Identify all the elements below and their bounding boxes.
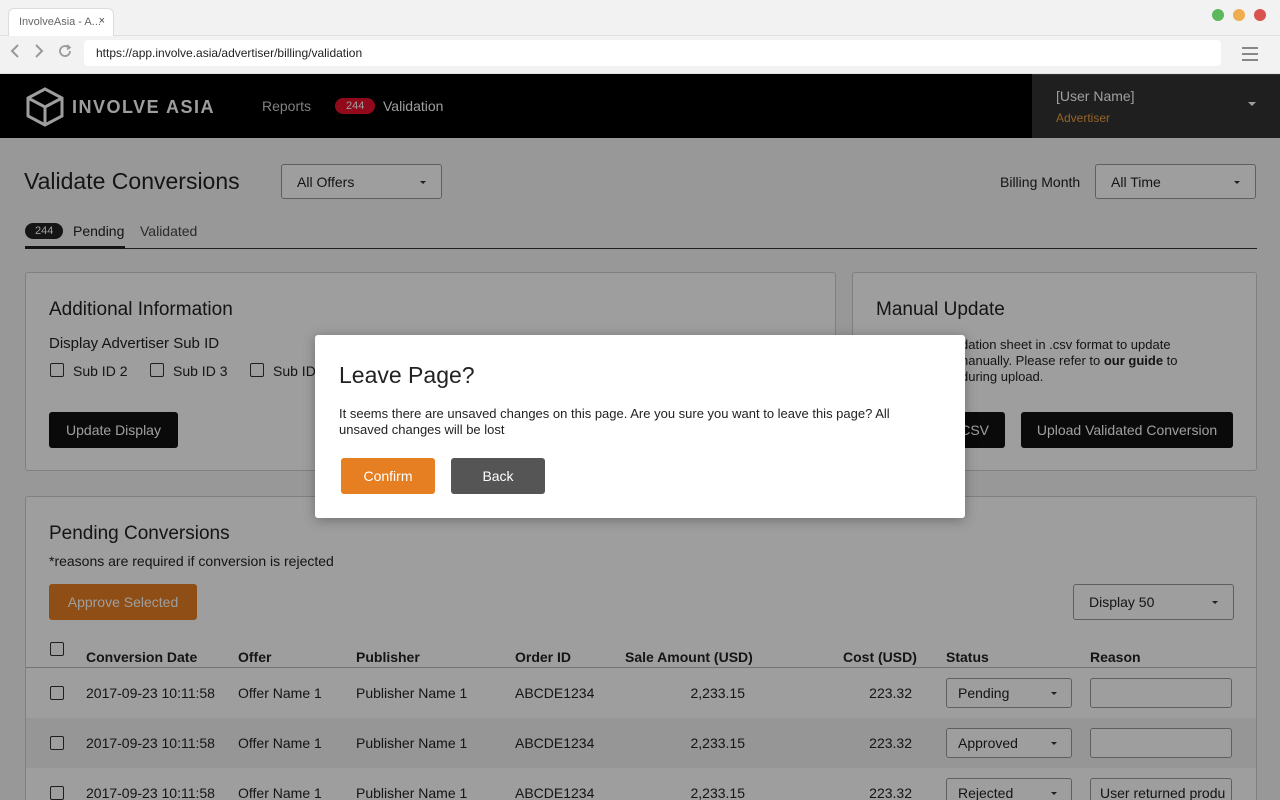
browser-toolbar: https://app.involve.asia/advertiser/bill… <box>0 36 1280 74</box>
leave-page-dialog: Leave Page? It seems there are unsaved c… <box>315 335 965 518</box>
close-window-button[interactable] <box>1254 9 1266 21</box>
address-bar[interactable]: https://app.involve.asia/advertiser/bill… <box>84 40 1221 66</box>
close-tab-icon[interactable]: × <box>99 15 105 27</box>
browser-tab[interactable]: InvolveAsia - A... × <box>8 8 114 36</box>
confirm-button[interactable]: Confirm <box>341 458 435 494</box>
browser-tab-title: InvolveAsia - A... <box>19 16 101 28</box>
browser-tab-strip: InvolveAsia - A... × <box>0 0 1280 36</box>
dialog-title: Leave Page? <box>339 362 475 388</box>
back-arrow-icon[interactable] <box>6 44 24 62</box>
maximize-window-button[interactable] <box>1212 9 1224 21</box>
reload-icon[interactable] <box>56 44 74 62</box>
browser-menu-icon[interactable] <box>1242 47 1258 65</box>
window-controls <box>1212 9 1266 21</box>
forward-arrow-icon[interactable] <box>30 44 48 62</box>
back-button[interactable]: Back <box>451 458 545 494</box>
dialog-message: It seems there are unsaved changes on th… <box>339 406 890 437</box>
minimize-window-button[interactable] <box>1233 9 1245 21</box>
